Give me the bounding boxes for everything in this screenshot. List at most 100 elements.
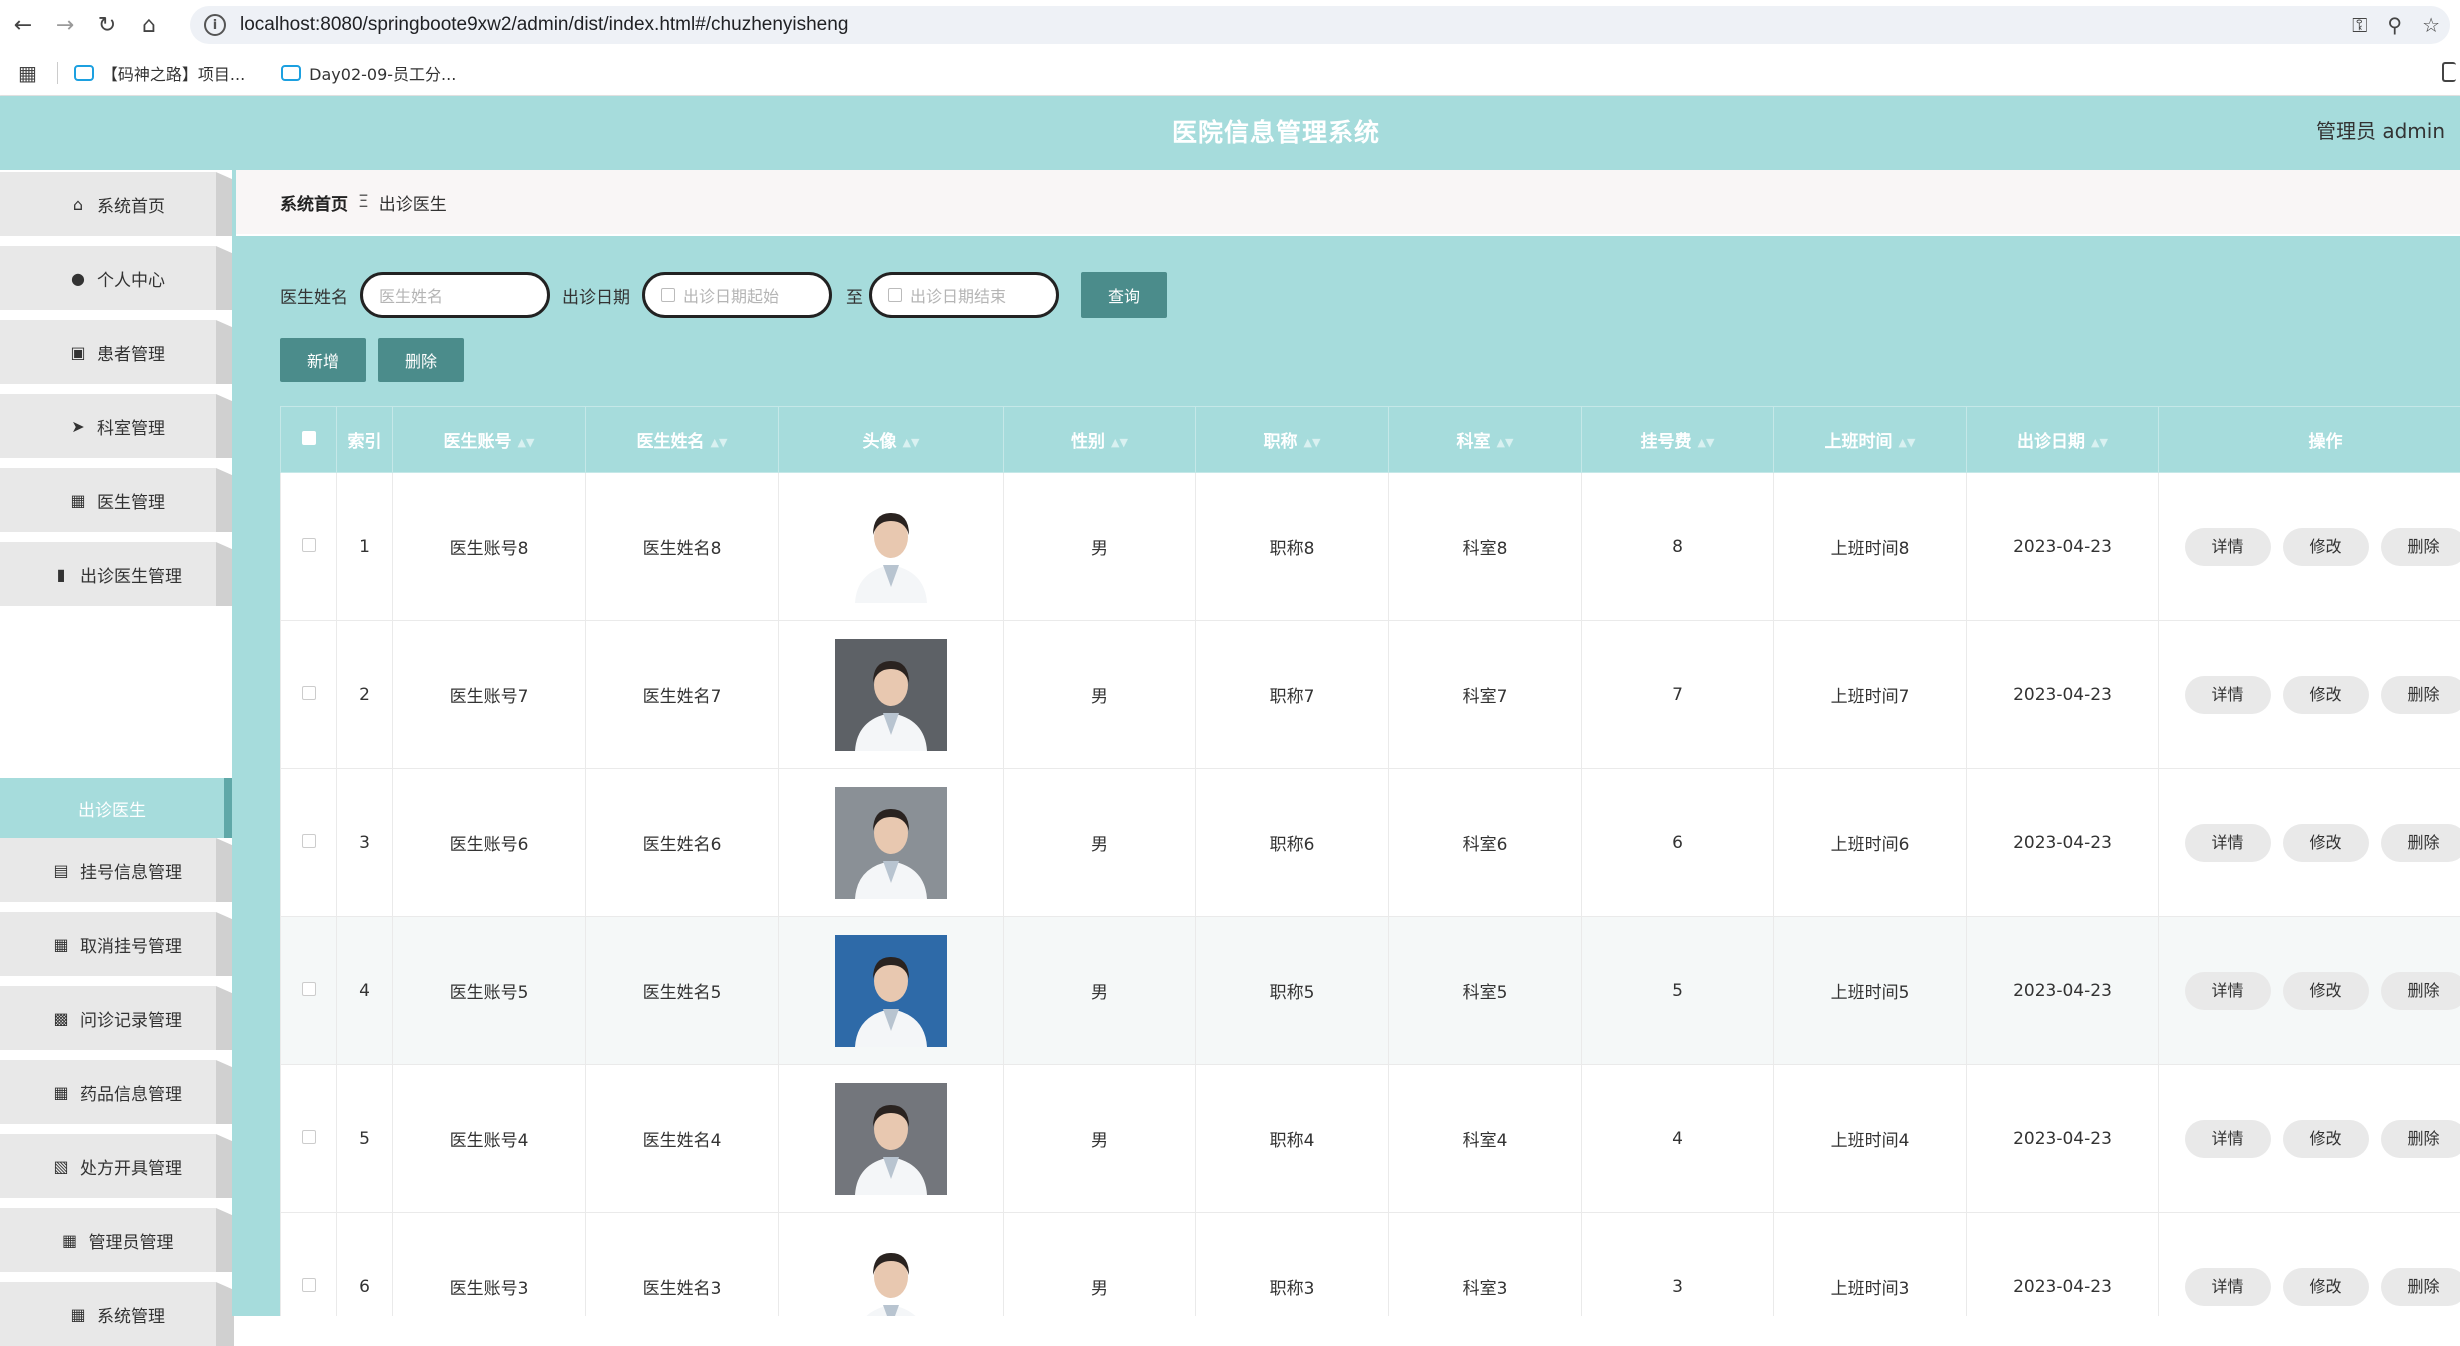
edit-button[interactable]: 修改 — [2283, 1268, 2369, 1306]
column-header: 索引 — [337, 407, 393, 473]
detail-button[interactable]: 详情 — [2185, 972, 2271, 1010]
row-checkbox[interactable] — [302, 686, 316, 700]
sort-icon[interactable]: ▲▼ — [1899, 436, 1916, 449]
sidebar-item-admins[interactable]: ▦管理员管理 — [0, 1208, 234, 1272]
column-header[interactable]: 头像▲▼ — [779, 407, 1004, 473]
date-value: 2023-04-23 — [2013, 537, 2112, 557]
sidebar-item-doctors[interactable]: ▦医生管理 — [0, 468, 234, 532]
avatar-cell — [779, 1213, 1004, 1317]
fee-value: 5 — [1672, 981, 1683, 1001]
back-icon[interactable]: ← — [4, 6, 42, 44]
row-checkbox[interactable] — [302, 1130, 316, 1144]
column-label: 医生账号 — [444, 432, 512, 452]
row-delete-button[interactable]: 删除 — [2381, 1268, 2460, 1306]
sidebar-item-departments[interactable]: ➤科室管理 — [0, 394, 234, 458]
bookmark-item[interactable]: Day02-09-员工分... — [281, 61, 456, 85]
sidebar-subitem-visiting-doctor[interactable]: 出诊医生 — [0, 778, 232, 838]
sidebar-item-registrations[interactable]: ▤挂号信息管理 — [0, 838, 234, 902]
row-delete-button[interactable]: 删除 — [2381, 528, 2460, 566]
bilibili-icon — [281, 65, 301, 81]
query-button[interactable]: 查询 — [1081, 272, 1167, 318]
ticket-icon: ▧ — [52, 1157, 70, 1176]
doctor-name-input[interactable]: 医生姓名 — [360, 272, 550, 318]
doctor-name-label: 医生姓名 — [280, 283, 348, 308]
sort-icon[interactable]: ▲▼ — [1698, 436, 1715, 449]
column-label: 科室 — [1457, 432, 1491, 452]
site-info-icon[interactable]: i — [204, 14, 226, 36]
apps-grid-icon[interactable]: ▦ — [18, 61, 37, 85]
row-checkbox[interactable] — [302, 1278, 316, 1292]
reload-icon[interactable]: ↻ — [88, 6, 126, 44]
sidebar-item-system[interactable]: ▦系统管理 — [0, 1282, 234, 1346]
account-cell: 医生账号7 — [393, 621, 586, 769]
forward-icon[interactable]: → — [46, 6, 84, 44]
sidebar-item-home[interactable]: ⌂系统首页 — [0, 172, 234, 236]
edit-button[interactable]: 修改 — [2283, 824, 2369, 862]
sort-icon[interactable]: ▲▼ — [711, 436, 728, 449]
sidebar-item-patients[interactable]: ▣患者管理 — [0, 320, 234, 384]
address-bar[interactable]: i localhost:8080/springboote9xw2/admin/d… — [190, 6, 2450, 44]
edit-button[interactable]: 修改 — [2283, 528, 2369, 566]
bookmarks-folder-icon[interactable] — [2442, 62, 2456, 82]
sidebar-item-visiting-doctors[interactable]: ▮出诊医生管理 — [0, 542, 234, 606]
work-time-cell: 上班时间3 — [1774, 1213, 1967, 1317]
row-delete-button[interactable]: 删除 — [2381, 972, 2460, 1010]
add-button[interactable]: 新增 — [280, 338, 366, 382]
address-url[interactable]: localhost:8080/springboote9xw2/admin/dis… — [240, 14, 848, 36]
column-header[interactable]: 挂号费▲▼ — [1582, 407, 1774, 473]
sort-icon[interactable]: ▲▼ — [518, 436, 535, 449]
row-delete-button[interactable]: 删除 — [2381, 1120, 2460, 1158]
work-time-cell: 上班时间8 — [1774, 473, 1967, 621]
operations-cell: 详情修改删除 — [2159, 1065, 2460, 1213]
detail-button[interactable]: 详情 — [2185, 1120, 2271, 1158]
column-header[interactable]: 医生姓名▲▼ — [586, 407, 779, 473]
detail-button[interactable]: 详情 — [2185, 824, 2271, 862]
key-icon[interactable]: ⚿ — [2352, 13, 2367, 37]
column-header[interactable]: 上班时间▲▼ — [1774, 407, 1967, 473]
detail-button[interactable]: 详情 — [2185, 676, 2271, 714]
column-header[interactable]: 出诊日期▲▼ — [1967, 407, 2159, 473]
row-delete-button[interactable]: 删除 — [2381, 676, 2460, 714]
sort-icon[interactable]: ▲▼ — [2091, 436, 2108, 449]
sort-icon[interactable]: ▲▼ — [1111, 436, 1128, 449]
fee-cell: 5 — [1582, 917, 1774, 1065]
work-time-cell: 上班时间7 — [1774, 621, 1967, 769]
sidebar-item-label: 管理员管理 — [89, 1228, 174, 1253]
breadcrumb-home[interactable]: 系统首页 — [280, 190, 348, 215]
account-cell: 医生账号6 — [393, 769, 586, 917]
doctor-avatar — [835, 639, 947, 751]
bookmark-item[interactable]: 【码神之路】项目... — [74, 61, 245, 85]
name-value: 医生姓名7 — [643, 687, 722, 707]
detail-button[interactable]: 详情 — [2185, 528, 2271, 566]
sort-icon[interactable]: ▲▼ — [1304, 436, 1321, 449]
edit-button[interactable]: 修改 — [2283, 972, 2369, 1010]
column-header[interactable]: 性别▲▼ — [1004, 407, 1196, 473]
edit-button[interactable]: 修改 — [2283, 1120, 2369, 1158]
star-icon[interactable]: ☆ — [2422, 13, 2440, 37]
row-delete-button[interactable]: 删除 — [2381, 824, 2460, 862]
row-checkbox[interactable] — [302, 538, 316, 552]
sidebar-item-consultations[interactable]: ▩问诊记录管理 — [0, 986, 234, 1050]
table-row: 4 医生账号5 医生姓名5 男 职称5 科室5 5 上班时间5 2023-04-… — [281, 917, 2460, 1065]
sort-icon[interactable]: ▲▼ — [903, 436, 920, 449]
detail-button[interactable]: 详情 — [2185, 1268, 2271, 1306]
sidebar-item-prescriptions[interactable]: ▧处方开具管理 — [0, 1134, 234, 1198]
column-header[interactable]: 科室 ▲▼ — [1389, 407, 1582, 473]
select-all-checkbox[interactable] — [302, 431, 316, 445]
row-checkbox[interactable] — [302, 982, 316, 996]
date-start-input[interactable]: 出诊日期起始 — [642, 272, 832, 318]
bulk-delete-button[interactable]: 删除 — [378, 338, 464, 382]
edit-button[interactable]: 修改 — [2283, 676, 2369, 714]
row-checkbox[interactable] — [302, 834, 316, 848]
date-end-input[interactable]: 出诊日期结束 — [869, 272, 1059, 318]
column-header[interactable]: 职称▲▼ — [1196, 407, 1389, 473]
sidebar-item-profile[interactable]: ●个人中心 — [0, 246, 234, 310]
zoom-icon[interactable]: ⚲ — [2387, 13, 2402, 37]
index-value: 4 — [359, 981, 370, 1001]
sidebar-item-cancel-registrations[interactable]: ▦取消挂号管理 — [0, 912, 234, 976]
sidebar-item-medicines[interactable]: ▦药品信息管理 — [0, 1060, 234, 1124]
column-header[interactable]: 医生账号 ▲▼ — [393, 407, 586, 473]
sort-icon[interactable]: ▲▼ — [1497, 436, 1514, 449]
home-page-icon[interactable]: ⌂ — [130, 6, 168, 44]
gender-value: 男 — [1091, 1279, 1108, 1299]
